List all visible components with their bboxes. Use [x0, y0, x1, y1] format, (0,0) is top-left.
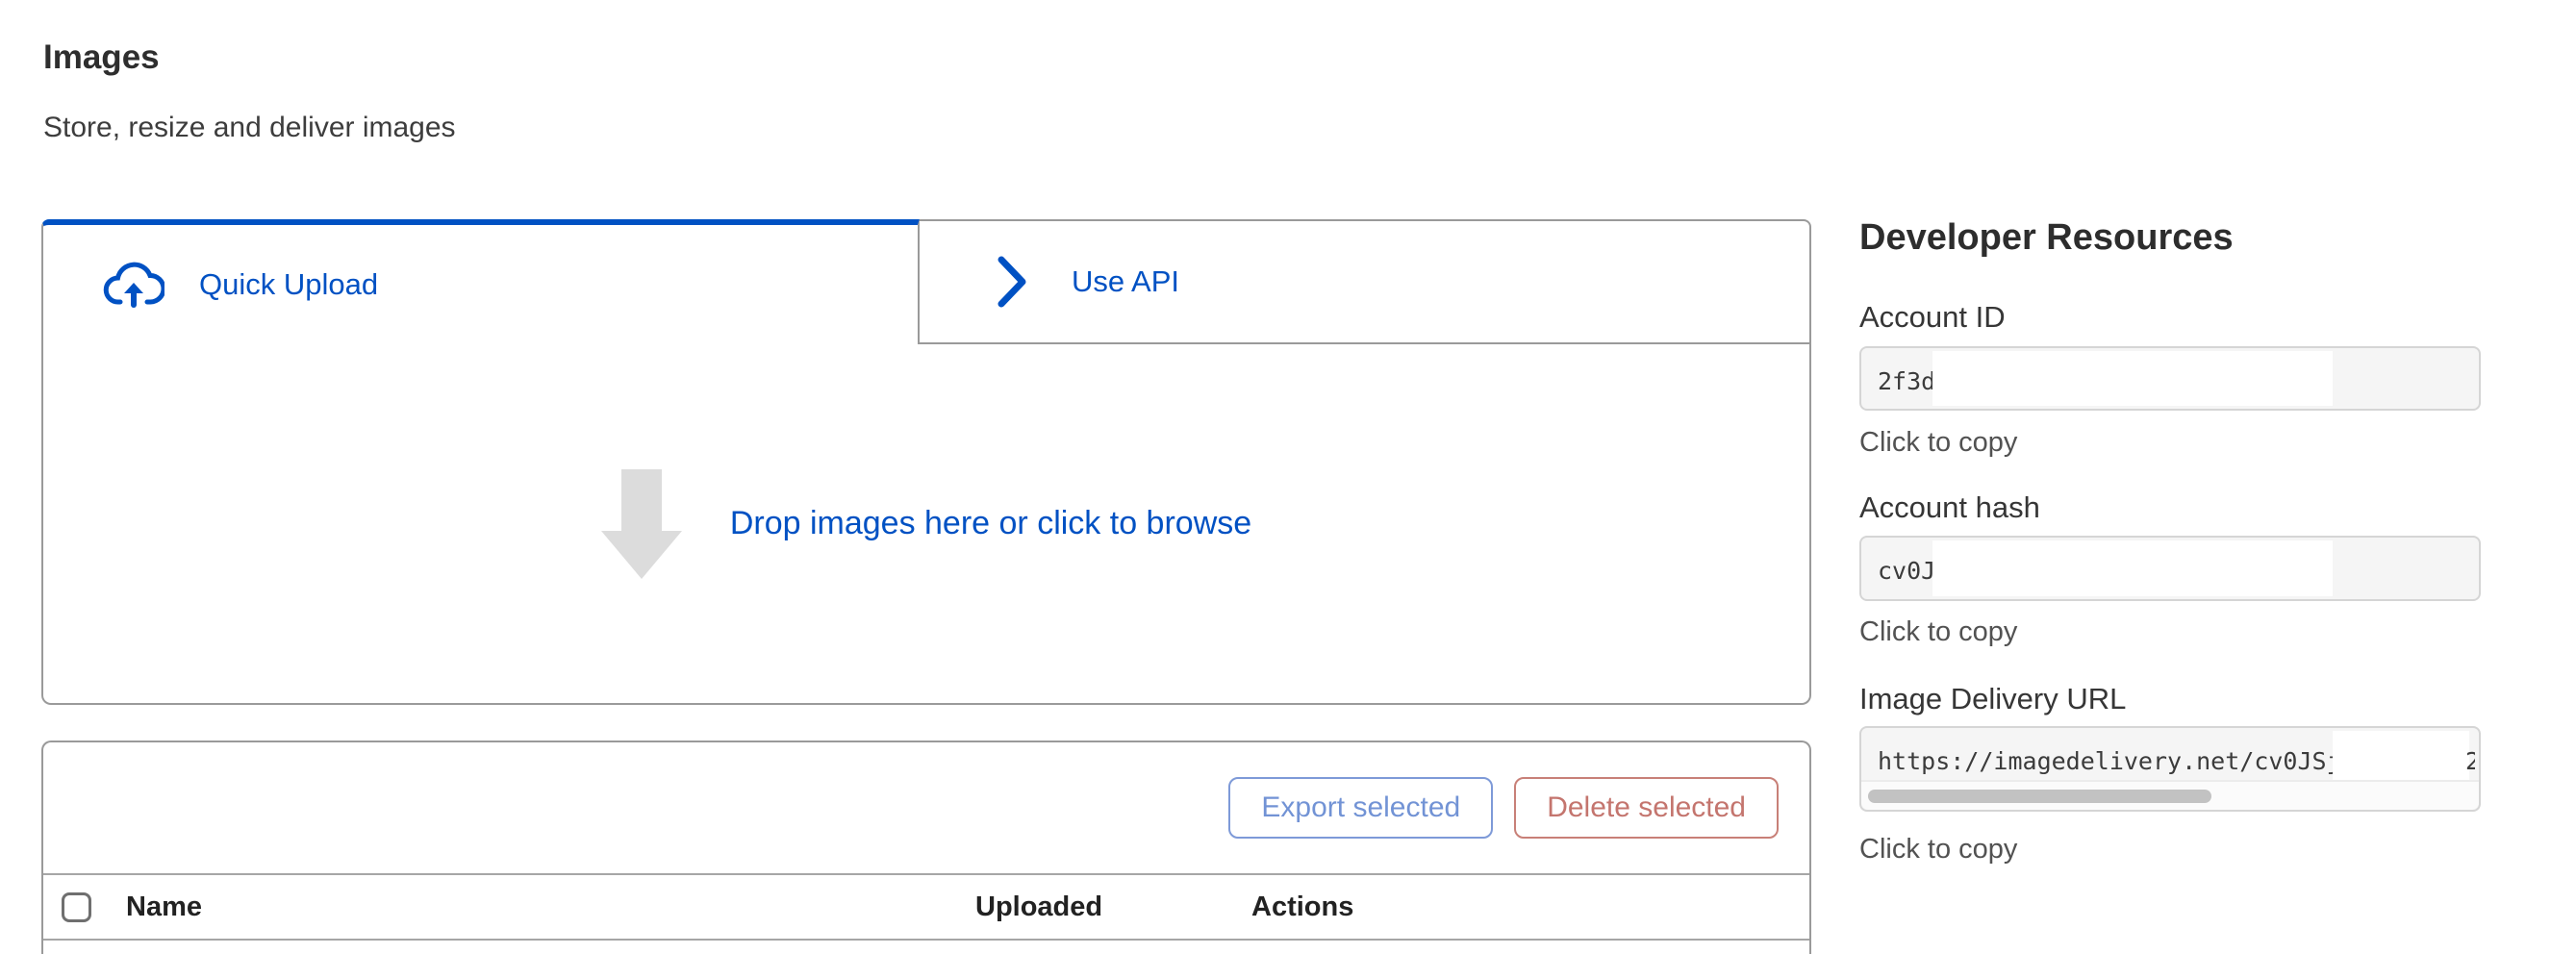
table-toolbar: Export selected Delete selected [43, 742, 1809, 873]
tab-use-api-label: Use API [1072, 264, 1179, 299]
account-id-label: Account ID [1859, 300, 2006, 335]
column-header-actions: Actions [1251, 891, 1353, 923]
table-header-row: Name Uploaded Actions [43, 873, 1809, 941]
account-hash-label: Account hash [1859, 490, 2040, 525]
redaction-overlay [2333, 731, 2469, 781]
tab-use-api[interactable]: Use API [920, 219, 1811, 344]
upload-tabs: Quick Upload Use API [41, 219, 1811, 344]
redaction-overlay [1932, 351, 2333, 406]
image-delivery-url-copy-hint: Click to copy [1859, 834, 2017, 866]
account-id-copy-hint: Click to copy [1859, 427, 2017, 459]
account-id-value: 2f3d [1878, 367, 1935, 395]
chevron-right-icon [997, 255, 1027, 309]
tab-quick-upload-label: Quick Upload [199, 267, 378, 302]
url-partial-glyph: 2 [2465, 747, 2475, 775]
page-title: Images [43, 38, 160, 77]
image-delivery-url-value: https://imagedelivery.net/cv0JSj [1878, 747, 2341, 775]
developer-resources-sidebar: Developer Resources Account ID 2f3d Clic… [1859, 0, 2481, 954]
redaction-overlay [1932, 540, 2333, 596]
image-delivery-url-label: Image Delivery URL [1859, 682, 2126, 716]
account-hash-value: cv0J [1878, 557, 1935, 585]
select-all-checkbox[interactable] [62, 892, 91, 922]
account-id-copy-box[interactable]: 2f3d [1859, 346, 2481, 411]
images-table-panel: Export selected Delete selected Name Upl… [41, 741, 1811, 954]
account-hash-copy-box[interactable]: cv0J [1859, 536, 2481, 601]
export-selected-button[interactable]: Export selected [1228, 777, 1493, 839]
page-subtitle: Store, resize and deliver images [43, 112, 456, 144]
delete-selected-button[interactable]: Delete selected [1514, 777, 1779, 839]
account-hash-copy-hint: Click to copy [1859, 616, 2017, 648]
image-delivery-url-copy-box[interactable]: https://imagedelivery.net/cv0JSj 2 [1859, 726, 2481, 812]
column-header-uploaded: Uploaded [975, 891, 1102, 923]
sidebar-title: Developer Resources [1859, 217, 2234, 259]
dropzone-label: Drop images here or click to browse [730, 505, 1251, 542]
block-down-arrow-icon [601, 469, 682, 579]
main-column: Images Store, resize and deliver images … [41, 0, 1811, 954]
cloud-upload-icon [103, 259, 164, 311]
column-header-name: Name [126, 891, 202, 923]
scrollbar-thumb[interactable] [1868, 790, 2211, 803]
upload-dropzone[interactable]: Drop images here or click to browse [41, 344, 1811, 705]
tab-quick-upload[interactable]: Quick Upload [41, 219, 920, 344]
images-page: Images Store, resize and deliver images … [0, 0, 2576, 954]
horizontal-scrollbar[interactable] [1861, 780, 2479, 810]
